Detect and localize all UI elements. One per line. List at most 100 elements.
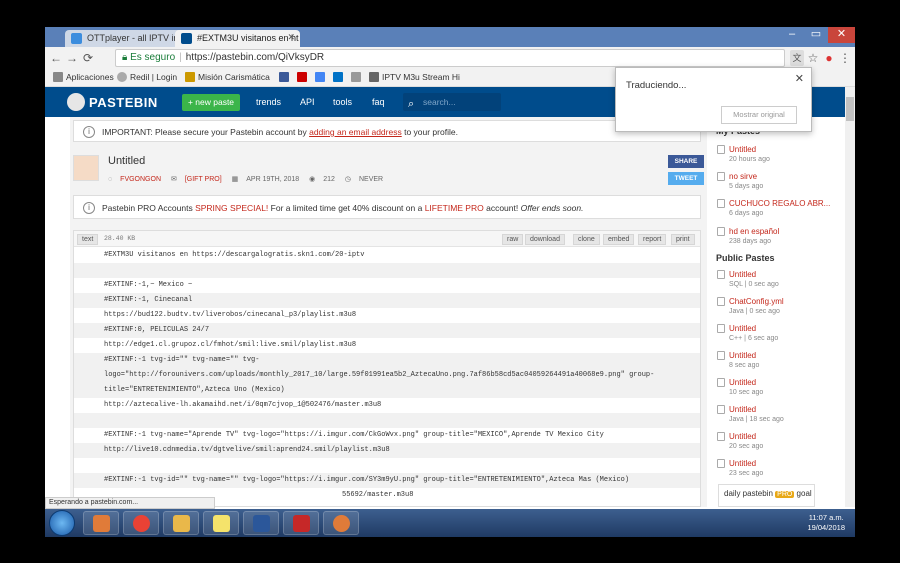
media-player-icon <box>93 515 110 532</box>
minimize-button[interactable]: – <box>780 27 804 43</box>
close-icon[interactable]: ✕ <box>795 72 804 85</box>
code-line: http://aztecalive-lh.akamaihd.net/i/0qm7… <box>104 401 382 409</box>
clock[interactable]: 11:07 a.m. 19/04/2018 <box>807 513 845 533</box>
tweet-button[interactable]: TWEET <box>668 172 704 185</box>
code-line <box>74 413 700 428</box>
close-window-button[interactable]: ✕ <box>828 27 855 43</box>
bookmark-google[interactable] <box>315 72 328 82</box>
info-icon: i <box>83 126 95 138</box>
tab-ottplayer[interactable]: OTTplayer - all IPTV in o ✕ <box>65 30 190 47</box>
public-paste-item[interactable]: Untitled 8 sec ago <box>717 351 759 371</box>
back-arrow-icon[interactable]: ← <box>49 50 63 66</box>
lifetime-pro-link[interactable]: LIFETIME PRO <box>425 203 484 213</box>
facebook-share-button[interactable]: SHARE <box>668 155 704 168</box>
public-paste-item[interactable]: Untitled 20 sec ago <box>717 432 763 452</box>
calendar-icon: ▦ <box>231 176 239 183</box>
public-paste-item[interactable]: Untitled Java | 18 sec ago <box>717 405 784 425</box>
my-paste-item[interactable]: CUCHUCO REGALO ABR... 6 days ago <box>717 199 830 219</box>
iptv-icon <box>293 515 310 532</box>
taskbar-word[interactable] <box>243 511 279 535</box>
taskbar-app[interactable] <box>323 511 359 535</box>
public-paste-item[interactable]: Untitled 10 sec ago <box>717 378 763 398</box>
menu-icon[interactable]: ⋮ <box>838 50 852 66</box>
bookmark-outlook[interactable] <box>333 72 346 82</box>
paste-icon <box>717 405 725 414</box>
paste-icon <box>717 199 725 208</box>
paste-icon <box>717 270 725 279</box>
vertical-scrollbar[interactable] <box>845 87 855 507</box>
address-bar: ← → ⟳ 🔒︎ Es seguro | https://pastebin.com/… <box>45 47 855 69</box>
show-original-button[interactable]: Mostrar original <box>721 106 797 124</box>
nav-faq[interactable]: faq <box>372 97 385 107</box>
url-input[interactable]: 🔒︎ Es seguro | https://pastebin.com/QiVksy… <box>115 49 785 67</box>
gift-pro-link[interactable]: [GIFT PRO] <box>185 176 222 183</box>
mail-icon: ✉ <box>170 176 177 183</box>
public-paste-item[interactable]: Untitled SQL | 0 sec ago <box>717 270 779 290</box>
code-toolbar: text 28.40 KB raw download clone embed r… <box>74 231 700 247</box>
nav-trends[interactable]: trends <box>256 97 281 107</box>
taskbar-explorer[interactable] <box>163 511 199 535</box>
bookmark-redil[interactable]: Redil | Login <box>117 72 177 82</box>
tab-pastebin[interactable]: #EXTM3U visitanos en ht ✕ <box>175 30 300 47</box>
print-button[interactable]: print <box>671 234 695 245</box>
taskbar-chrome[interactable] <box>123 511 159 535</box>
bookmark-other[interactable] <box>351 72 364 82</box>
forward-arrow-icon[interactable]: → <box>65 50 79 66</box>
my-paste-item[interactable]: hd en español 238 days ago <box>717 227 779 247</box>
public-paste-item[interactable]: Untitled 23 sec ago <box>717 459 763 479</box>
my-paste-item[interactable]: Untitled 20 hours ago <box>717 145 770 165</box>
taskbar-notes[interactable] <box>203 511 239 535</box>
public-paste-item[interactable]: Untitled C++ | 6 sec ago <box>717 324 778 344</box>
bookmark-red[interactable] <box>297 72 310 82</box>
paste-icon <box>717 378 725 387</box>
my-paste-item[interactable]: no sirve 5 days ago <box>717 172 763 192</box>
embed-button[interactable]: embed <box>603 234 635 245</box>
maximize-button[interactable]: ▭ <box>804 27 828 43</box>
reload-icon[interactable]: ⟳ <box>81 50 95 66</box>
add-email-link[interactable]: adding an email address <box>309 127 402 137</box>
user-icon: ◌ <box>108 176 113 183</box>
paste-size: 28.40 KB <box>104 235 136 242</box>
code-line: logo="http://forounivers.com/uploads/mon… <box>74 368 700 383</box>
pastebin-logo[interactable]: PASTEBIN <box>67 93 158 111</box>
code-line: #EXTINF:-1 tvg-name="Aprende TV" tvg-log… <box>104 431 604 439</box>
nav-api[interactable]: API <box>300 97 315 107</box>
code-line: #EXTINF:0, PELICULAS 24/7 <box>74 323 700 338</box>
close-tab-icon[interactable]: ✕ <box>287 32 295 43</box>
download-button[interactable]: download <box>525 234 565 245</box>
bookmark-apps[interactable]: Aplicaciones <box>53 72 114 82</box>
raw-button[interactable]: raw <box>502 234 524 245</box>
extension-icon[interactable]: ● <box>822 50 836 66</box>
public-paste-item[interactable]: ChatConfig.yml Java | 0 sec ago <box>717 297 784 317</box>
code-line: title="ENTRETENIMIENTO",Azteca Uno (Mexi… <box>74 383 700 398</box>
author-link[interactable]: FVGONGON <box>120 176 161 183</box>
lock-icon: 🔒︎ <box>122 52 128 63</box>
taskbar-media-player[interactable] <box>83 511 119 535</box>
scrollbar-thumb[interactable] <box>846 97 854 121</box>
tab-label: OTTplayer - all IPTV in o <box>87 33 187 43</box>
daily-goal-box: daily pastebin PRO goal <box>718 484 815 507</box>
bookmark-iptv[interactable]: IPTV M3u Stream Hi <box>369 72 460 82</box>
report-button[interactable]: report <box>638 234 667 245</box>
search-input[interactable]: ⌕ search... <box>403 93 501 111</box>
site-icon <box>351 72 361 82</box>
bookmark-facebook[interactable] <box>279 72 292 82</box>
paste-date: APR 19TH, 2018 <box>246 176 300 183</box>
code-line: #EXTINF:-1 tvg-id="" tvg-name="" tvg- <box>74 353 700 368</box>
nav-tools[interactable]: tools <box>333 97 352 107</box>
star-icon[interactable]: ☆ <box>806 50 820 66</box>
avatar[interactable] <box>73 155 99 181</box>
clone-button[interactable]: clone <box>573 234 600 245</box>
start-button[interactable] <box>49 510 75 536</box>
app-icon <box>333 515 350 532</box>
spring-special-link[interactable]: SPRING SPECIAL! <box>195 203 268 213</box>
format-badge[interactable]: text <box>77 234 99 245</box>
taskbar-iptv[interactable] <box>283 511 319 535</box>
url-text: https://pastebin.com/QiVksyDR <box>185 52 325 63</box>
new-paste-button[interactable]: + new paste <box>182 94 240 111</box>
bookmark-mision[interactable]: Misión Carismática <box>185 72 270 82</box>
translate-icon[interactable]: 文 <box>790 50 804 66</box>
facebook-icon <box>279 72 289 82</box>
paste-meta: ◌ FVGONGON ✉ [GIFT PRO] ▦ APR 19TH, 2018 ◉ 2… <box>108 175 391 183</box>
